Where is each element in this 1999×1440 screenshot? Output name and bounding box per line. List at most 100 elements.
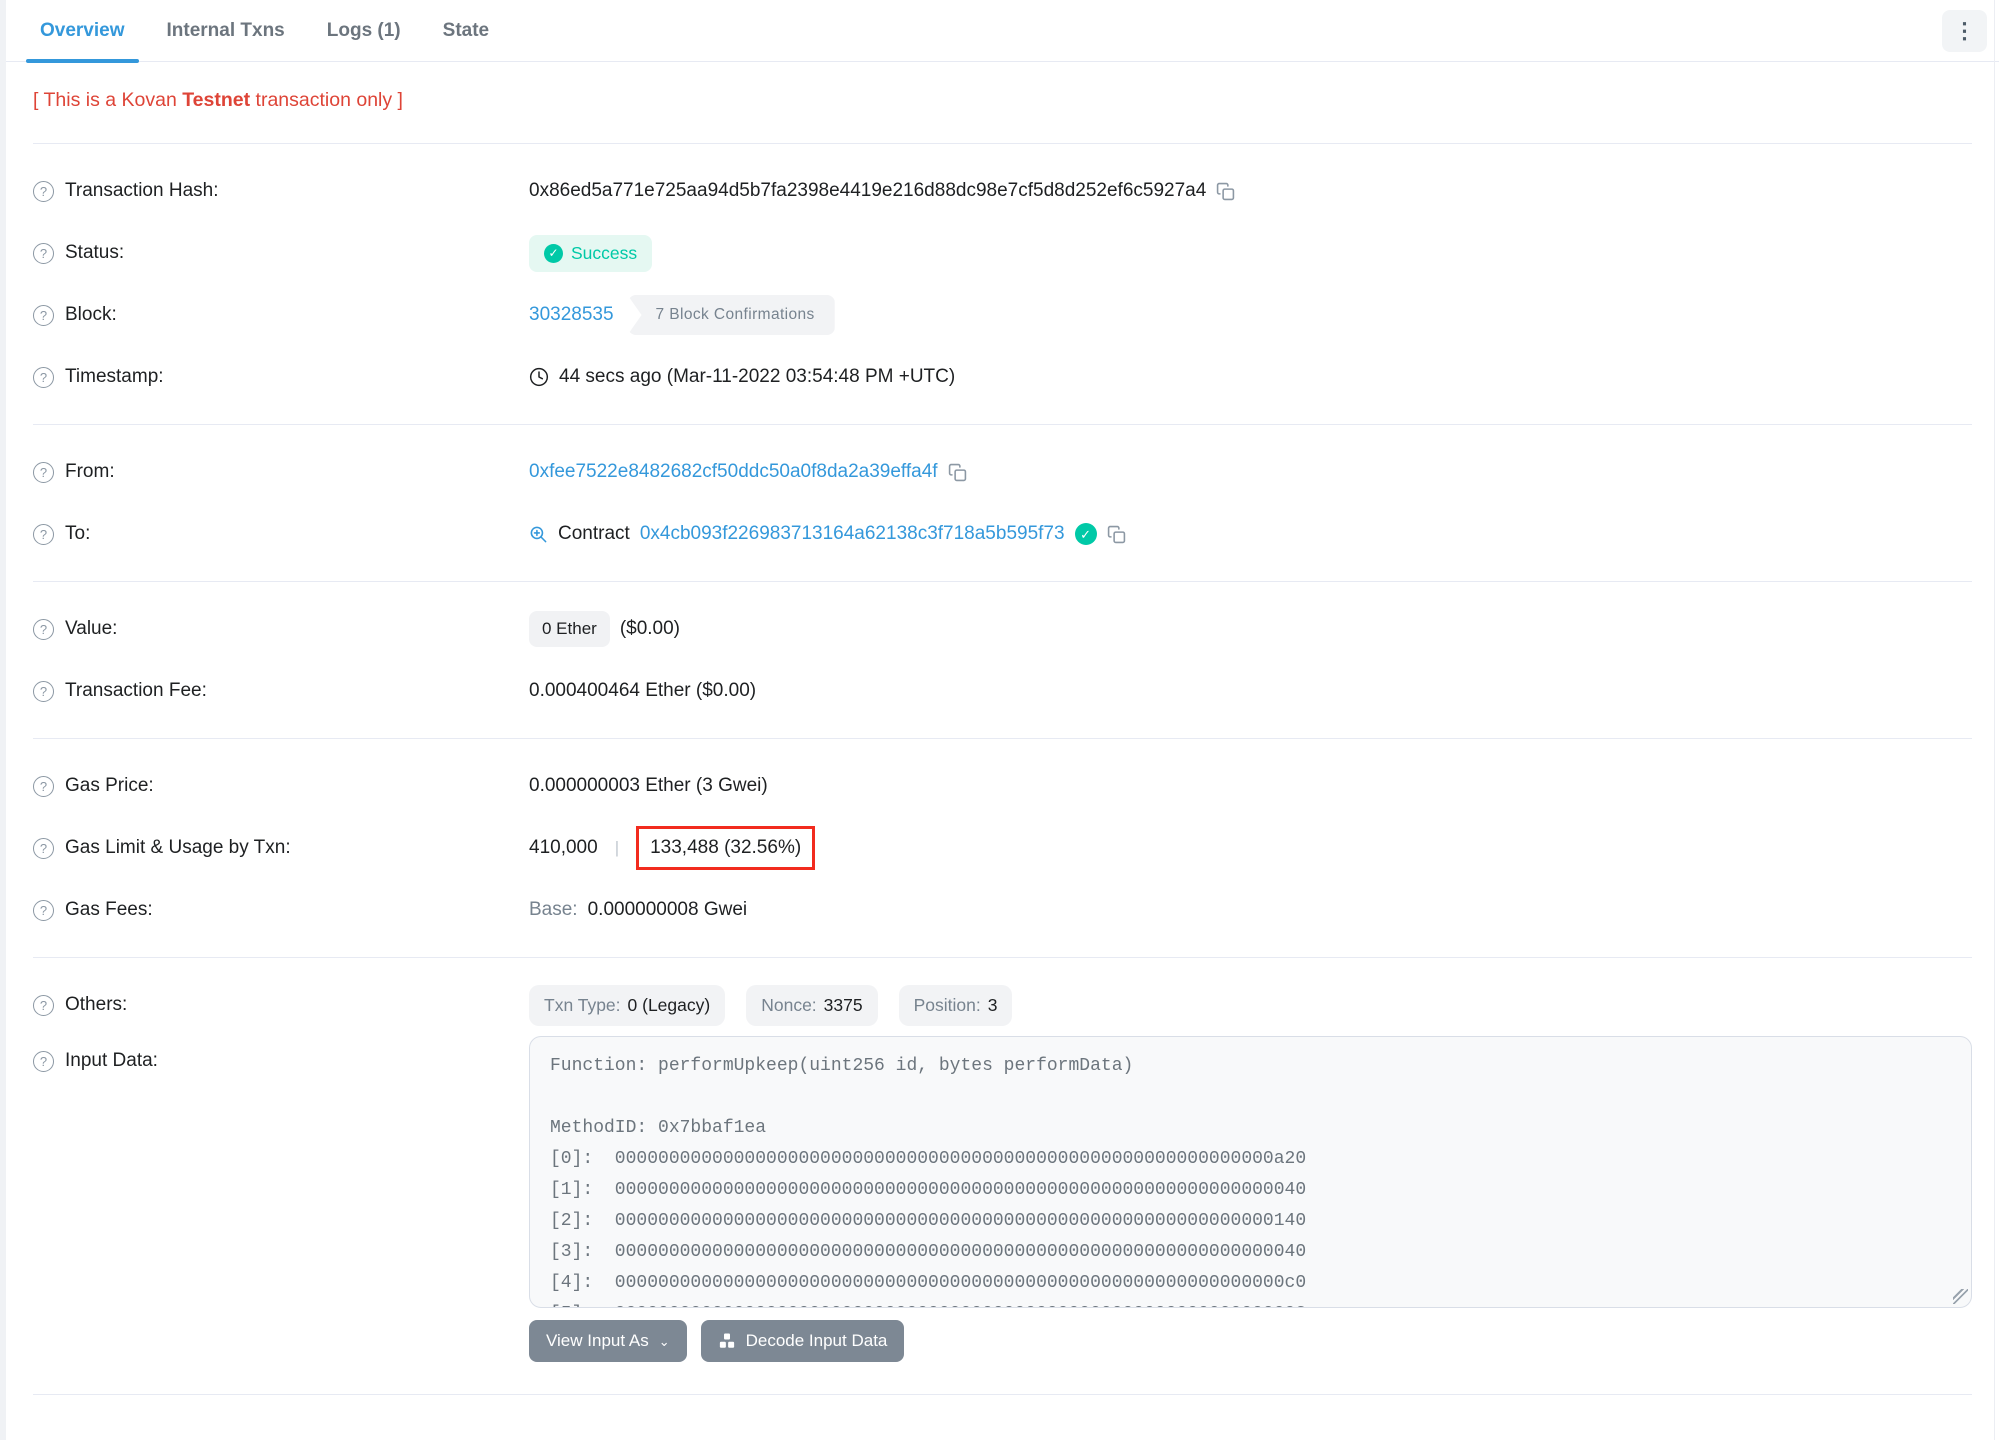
from-label: From: (65, 461, 115, 482)
gas-fees-base-label: Base: (529, 899, 578, 920)
row-block: ? Block: 30328535 7 Block Confirmations (33, 284, 1972, 346)
block-number-link[interactable]: 30328535 (529, 304, 614, 326)
cubes-icon (718, 1332, 736, 1350)
input-data-label: Input Data: (65, 1050, 158, 1071)
tab-overview[interactable]: Overview (26, 0, 139, 63)
help-icon[interactable]: ? (33, 994, 54, 1016)
gas-fees-base-value: 0.000000008 Gwei (587, 899, 748, 920)
kebab-icon: ⋮ (1953, 17, 1976, 43)
value-label: Value: (65, 618, 118, 639)
txn-type-badge-value: 0 (Legacy) (627, 994, 711, 1015)
help-icon[interactable]: ? (33, 304, 54, 326)
input-data-box[interactable]: Function: performUpkeep(uint256 id, byte… (529, 1036, 1972, 1308)
gas-price-value: 0.000000003 Ether (3 Gwei) (529, 775, 768, 796)
row-input-data: ? Input Data: Function: performUpkeep(ui… (33, 1036, 1972, 1308)
to-address-link[interactable]: 0x4cb093f226983713164a62138c3f718a5b595f… (640, 523, 1065, 545)
others-label: Others: (65, 994, 128, 1015)
tab-bar: Overview Internal Txns Logs (1) State ⋮ (6, 0, 1999, 63)
help-icon[interactable]: ? (33, 618, 54, 640)
nonce-badge: Nonce: 3375 (746, 984, 878, 1026)
view-input-as-label: View Input As (546, 1331, 649, 1350)
copy-icon (1107, 525, 1126, 544)
row-value: ? Value: 0 Ether ($0.00) (33, 598, 1972, 660)
section-overview-top: ? Transaction Hash: 0x86ed5a771e725aa94d… (33, 144, 1972, 425)
position-badge-label: Position: (913, 994, 981, 1015)
help-icon[interactable]: ? (33, 680, 54, 702)
row-transaction-fee: ? Transaction Fee: 0.000400464 Ether ($0… (33, 660, 1972, 722)
txn-type-badge-label: Txn Type: (544, 994, 621, 1015)
gas-fees-label: Gas Fees: (65, 899, 153, 920)
position-badge-value: 3 (987, 994, 998, 1015)
decode-input-data-label: Decode Input Data (745, 1331, 888, 1350)
transaction-fee-value: 0.000400464 Ether ($0.00) (529, 680, 757, 701)
view-input-as-button[interactable]: View Input As ⌄ (529, 1320, 687, 1362)
help-icon[interactable]: ? (33, 523, 54, 545)
transaction-hash-label: Transaction Hash: (65, 180, 219, 201)
transaction-card: Overview Internal Txns Logs (1) State ⋮ … (6, 0, 1999, 1395)
row-gas-limit-usage: ? Gas Limit & Usage by Txn: 410,000 | 13… (33, 817, 1972, 879)
copy-icon (948, 463, 967, 482)
gas-limit-label: Gas Limit & Usage by Txn: (65, 837, 291, 858)
help-icon[interactable]: ? (33, 180, 54, 202)
warning-bold-text: Testnet (182, 89, 251, 111)
status-label: Status: (65, 242, 125, 263)
from-address-link[interactable]: 0xfee7522e8482682cf50ddc50a0f8da2a39effa… (529, 461, 938, 483)
to-contract-label: Contract (558, 523, 630, 544)
section-value: ? Value: 0 Ether ($0.00) ? Transaction F… (33, 582, 1972, 739)
copy-to-address-button[interactable] (1107, 525, 1126, 544)
more-options-button[interactable]: ⋮ (1942, 9, 1987, 52)
nonce-badge-value: 3375 (823, 994, 863, 1015)
row-to: ? To: Contract 0x4cb093f226983713164a621… (33, 503, 1972, 565)
row-status: ? Status: ✓ Success (33, 222, 1972, 284)
gas-usage-highlight-box: 133,488 (32.56%) (636, 826, 816, 870)
help-icon[interactable]: ? (33, 899, 54, 921)
resize-handle[interactable] (1953, 1289, 1968, 1304)
card-body: [ This is a Kovan Testnet transaction on… (6, 62, 1999, 1395)
block-label: Block: (65, 304, 117, 325)
row-transaction-hash: ? Transaction Hash: 0x86ed5a771e725aa94d… (33, 160, 1972, 222)
to-label: To: (65, 523, 91, 544)
gas-usage-value: 133,488 (32.56%) (650, 837, 802, 858)
warning-text: [ This is a Kovan (33, 89, 183, 111)
nonce-badge-label: Nonce: (761, 994, 817, 1015)
section-gas: ? Gas Price: 0.000000003 Ether (3 Gwei) … (33, 739, 1972, 958)
tab-internal-txns[interactable]: Internal Txns (153, 0, 299, 62)
row-gas-price: ? Gas Price: 0.000000003 Ether (3 Gwei) (33, 755, 1972, 817)
section-others-input: ? Others: Txn Type: 0 (Legacy) Nonce: 33… (33, 958, 1972, 1395)
row-others: ? Others: Txn Type: 0 (Legacy) Nonce: 33… (33, 974, 1972, 1036)
warning-text-suffix: transaction only ] (250, 89, 403, 111)
tab-state[interactable]: State (429, 0, 503, 62)
help-icon[interactable]: ? (33, 837, 54, 859)
row-gas-fees: ? Gas Fees: Base: 0.000000008 Gwei (33, 879, 1972, 941)
help-icon[interactable]: ? (33, 775, 54, 797)
decode-input-data-button[interactable]: Decode Input Data (700, 1320, 905, 1362)
window-left-edge (0, 0, 6, 1440)
help-icon[interactable]: ? (33, 366, 54, 388)
testnet-warning: [ This is a Kovan Testnet transaction on… (33, 62, 1972, 144)
timestamp-label: Timestamp: (65, 366, 164, 387)
help-icon[interactable]: ? (33, 461, 54, 483)
help-icon[interactable]: ? (33, 1050, 54, 1072)
page-scrollbar-track[interactable] (1994, 0, 1995, 1440)
gas-price-label: Gas Price: (65, 775, 154, 796)
transaction-hash-value: 0x86ed5a771e725aa94d5b7fa2398e4419e216d8… (529, 180, 1207, 201)
check-icon: ✓ (544, 243, 563, 263)
block-confirmations-badge: 7 Block Confirmations (627, 295, 835, 335)
input-data-actions: View Input As ⌄ Decode Input Data (529, 1320, 1972, 1362)
gas-limit-value: 410,000 (529, 837, 598, 858)
value-amount-badge: 0 Ether (529, 611, 610, 647)
txn-type-badge: Txn Type: 0 (Legacy) (529, 984, 726, 1026)
transaction-fee-label: Transaction Fee: (65, 680, 207, 701)
help-icon[interactable]: ? (33, 242, 54, 264)
verified-contract-check-icon: ✓ (1074, 523, 1097, 545)
input-data-content[interactable]: Function: performUpkeep(uint256 id, byte… (550, 1051, 1951, 1307)
copy-hash-button[interactable] (1216, 182, 1235, 201)
section-addresses: ? From: 0xfee7522e8482682cf50ddc50a0f8da… (33, 425, 1972, 582)
status-badge-text: Success (571, 242, 638, 263)
magnifier-plus-icon[interactable] (529, 525, 548, 544)
copy-from-address-button[interactable] (948, 463, 967, 482)
clock-icon (529, 367, 549, 387)
row-from: ? From: 0xfee7522e8482682cf50ddc50a0f8da… (33, 441, 1972, 503)
status-badge: ✓ Success (529, 234, 653, 272)
tab-logs[interactable]: Logs (1) (313, 0, 415, 62)
